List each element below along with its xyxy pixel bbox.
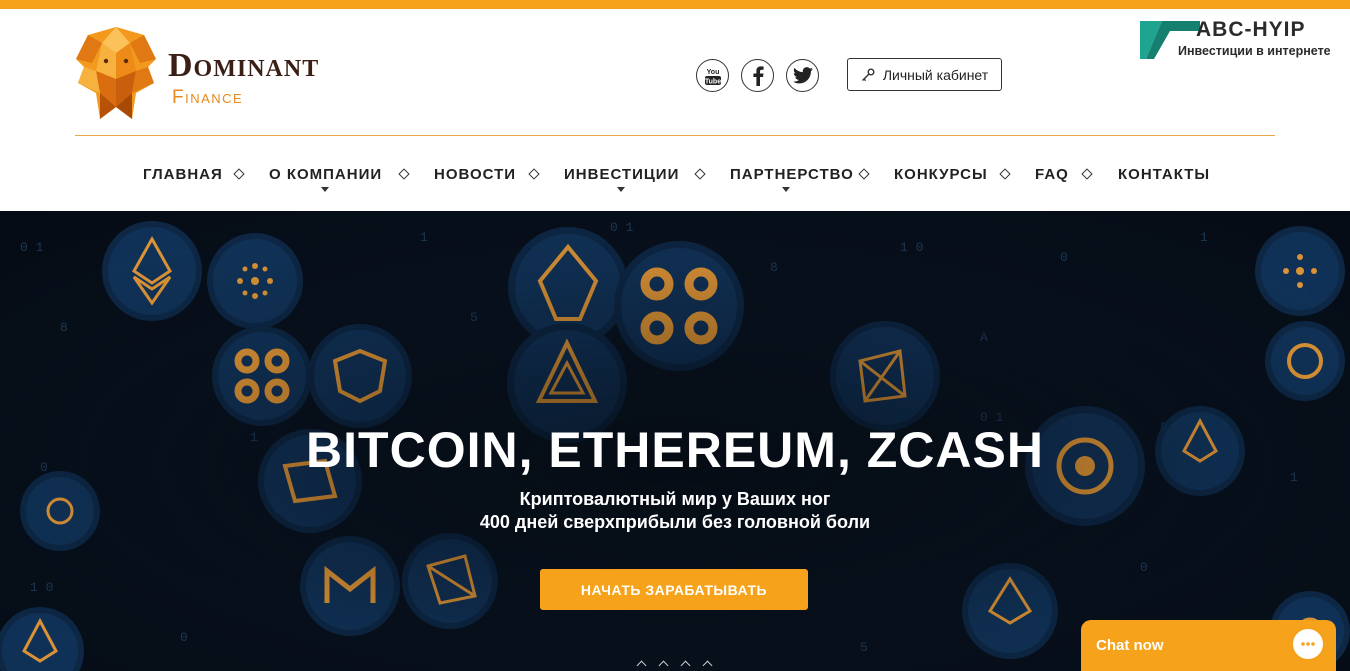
personal-account-label: Личный кабинет	[882, 66, 989, 83]
start-earning-button[interactable]: НАЧАТЬ ЗАРАБАТЫВАТЬ	[540, 569, 808, 610]
hero-title: BITCOIN, ETHEREUM, ZCASH	[306, 422, 1044, 478]
chat-label: Chat now	[1096, 637, 1164, 654]
key-icon	[861, 68, 875, 81]
youtube-icon: You Tube	[704, 69, 720, 86]
dropdown-caret-icon	[617, 187, 625, 192]
hero-subtitle-line1: Криптовалютный мир у Ваших ног	[519, 489, 831, 509]
abc-hyip-subtitle: Инвестиции в интернете	[1178, 44, 1331, 58]
lion-head-logo	[76, 27, 156, 119]
nav-item-label: ИНВЕСТИЦИИ	[564, 166, 680, 183]
nav-item-label: О КОМПАНИИ	[269, 166, 383, 183]
site-header: Dominant Finance You Tube Личный кабинет	[0, 9, 1350, 211]
logo-title: Dominant	[168, 47, 320, 84]
facebook-link[interactable]	[741, 59, 774, 92]
nav-separator-icon	[999, 168, 1011, 180]
hero-subtitle-line2: 400 дней сверхприбыли без головной боли	[479, 512, 871, 532]
header-divider	[75, 135, 1275, 136]
slider-dot[interactable]	[658, 660, 669, 671]
nav-item-contacts[interactable]: КОНТАКТЫ	[1118, 160, 1210, 190]
nav-separator-icon	[233, 168, 245, 180]
nav-separator-icon	[398, 168, 410, 180]
site-logo[interactable]: Dominant Finance	[74, 23, 394, 127]
slider-dot[interactable]	[680, 660, 691, 671]
nav-item-investments[interactable]: ИНВЕСТИЦИИ	[564, 160, 680, 192]
abc-hyip-title: ABC-HYIP	[1196, 18, 1306, 41]
hero-banner: 0 181 00 150 18 1 0A01 7010 1 811 00 101…	[0, 211, 1350, 671]
top-accent-bar	[0, 0, 1350, 9]
logo-subtitle: Finance	[172, 87, 244, 108]
nav-item-contests[interactable]: КОНКУРСЫ	[894, 160, 988, 190]
slider-dot[interactable]	[702, 660, 713, 671]
dropdown-caret-icon	[782, 187, 790, 192]
nav-separator-icon	[1081, 168, 1093, 180]
nav-item-label: FAQ	[1035, 166, 1069, 183]
youtube-link[interactable]: You Tube	[696, 59, 729, 92]
nav-item-home[interactable]: ГЛАВНАЯ	[143, 160, 223, 190]
nav-item-label: ПАРТНЕРСТВО	[730, 166, 854, 183]
nav-item-faq[interactable]: FAQ	[1035, 160, 1069, 190]
twitter-icon	[792, 67, 813, 84]
nav-item-label: ГЛАВНАЯ	[143, 166, 223, 183]
nav-separator-icon	[694, 168, 706, 180]
slider-dot[interactable]	[636, 660, 647, 671]
slider-pagination	[636, 660, 716, 671]
nav-item-about[interactable]: О КОМПАНИИ	[269, 160, 383, 192]
nav-item-partnership[interactable]: ПАРТНЕРСТВО	[730, 160, 854, 192]
dropdown-caret-icon	[321, 187, 329, 192]
abc-hyip-watermark: ABC-HYIP Инвестиции в интернете	[1136, 15, 1342, 61]
personal-account-button[interactable]: Личный кабинет	[847, 58, 1002, 91]
nav-item-label: НОВОСТИ	[434, 166, 517, 183]
facebook-icon	[752, 65, 764, 86]
chat-bubble-icon[interactable]	[1293, 629, 1323, 659]
nav-item-label: КОНТАКТЫ	[1118, 166, 1211, 183]
nav-separator-icon	[528, 168, 540, 180]
svg-text:You: You	[706, 69, 719, 76]
twitter-link[interactable]	[786, 59, 819, 92]
svg-text:Tube: Tube	[704, 78, 720, 85]
nav-separator-icon	[858, 168, 870, 180]
nav-item-news[interactable]: НОВОСТИ	[434, 160, 516, 190]
main-navigation: ГЛАВНАЯ О КОМПАНИИ НОВОСТИ ИНВЕСТИЦИИ ПА…	[0, 160, 1350, 192]
nav-item-label: КОНКУРСЫ	[894, 166, 988, 183]
chat-widget[interactable]: Chat now	[1081, 620, 1336, 671]
